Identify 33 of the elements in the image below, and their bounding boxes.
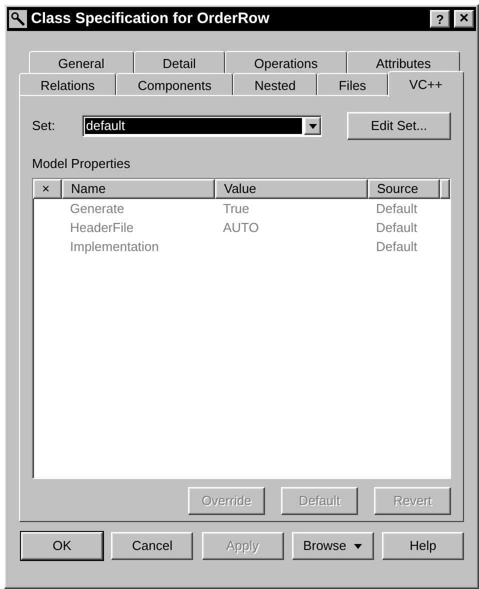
dialog-button[interactable]: Help [382,532,464,560]
model-properties-label: Model Properties [32,155,132,173]
help-button[interactable]: ? [430,10,450,28]
tab[interactable]: Relations [19,73,116,95]
dialog-button[interactable]: Cancel [111,532,194,560]
tab[interactable]: Nested [232,73,318,95]
browse-menu-button[interactable]: Browse [292,532,374,560]
table-cell-text: HeaderFile [69,218,135,236]
tab[interactable]: General [29,51,134,73]
set-label: Set: [32,117,56,136]
column-header[interactable]: Name [62,178,215,198]
set-dropdown[interactable]: default [82,115,322,137]
tab[interactable]: Operations [225,51,347,73]
dialog-button[interactable]: OK [21,532,103,560]
column-header[interactable]: Value [215,178,368,198]
caret-icon [354,544,362,548]
close-button[interactable]: × [454,10,474,28]
column-header[interactable]: Source [368,178,440,198]
table-cell-text: Default [375,200,418,218]
table-cell-text: AUTO [222,218,260,236]
tab[interactable]: Detail [134,51,225,73]
edit-set-button[interactable]: Edit Set... [347,112,451,140]
tab[interactable]: Attributes [346,51,460,73]
tab[interactable]: Components [116,73,233,95]
table-cell-text: Default [375,238,418,256]
tab[interactable]: VC++ [388,71,464,97]
column-header[interactable]: × [33,178,62,198]
table-cell-text: Generate [69,200,126,218]
table-cell-text: True [222,200,250,218]
table-cell-text: Implementation [69,238,160,256]
window-title: Class Specification for OrderRow [31,8,270,29]
tab[interactable]: Files [317,73,388,95]
table-cell-text: Default [375,218,418,236]
